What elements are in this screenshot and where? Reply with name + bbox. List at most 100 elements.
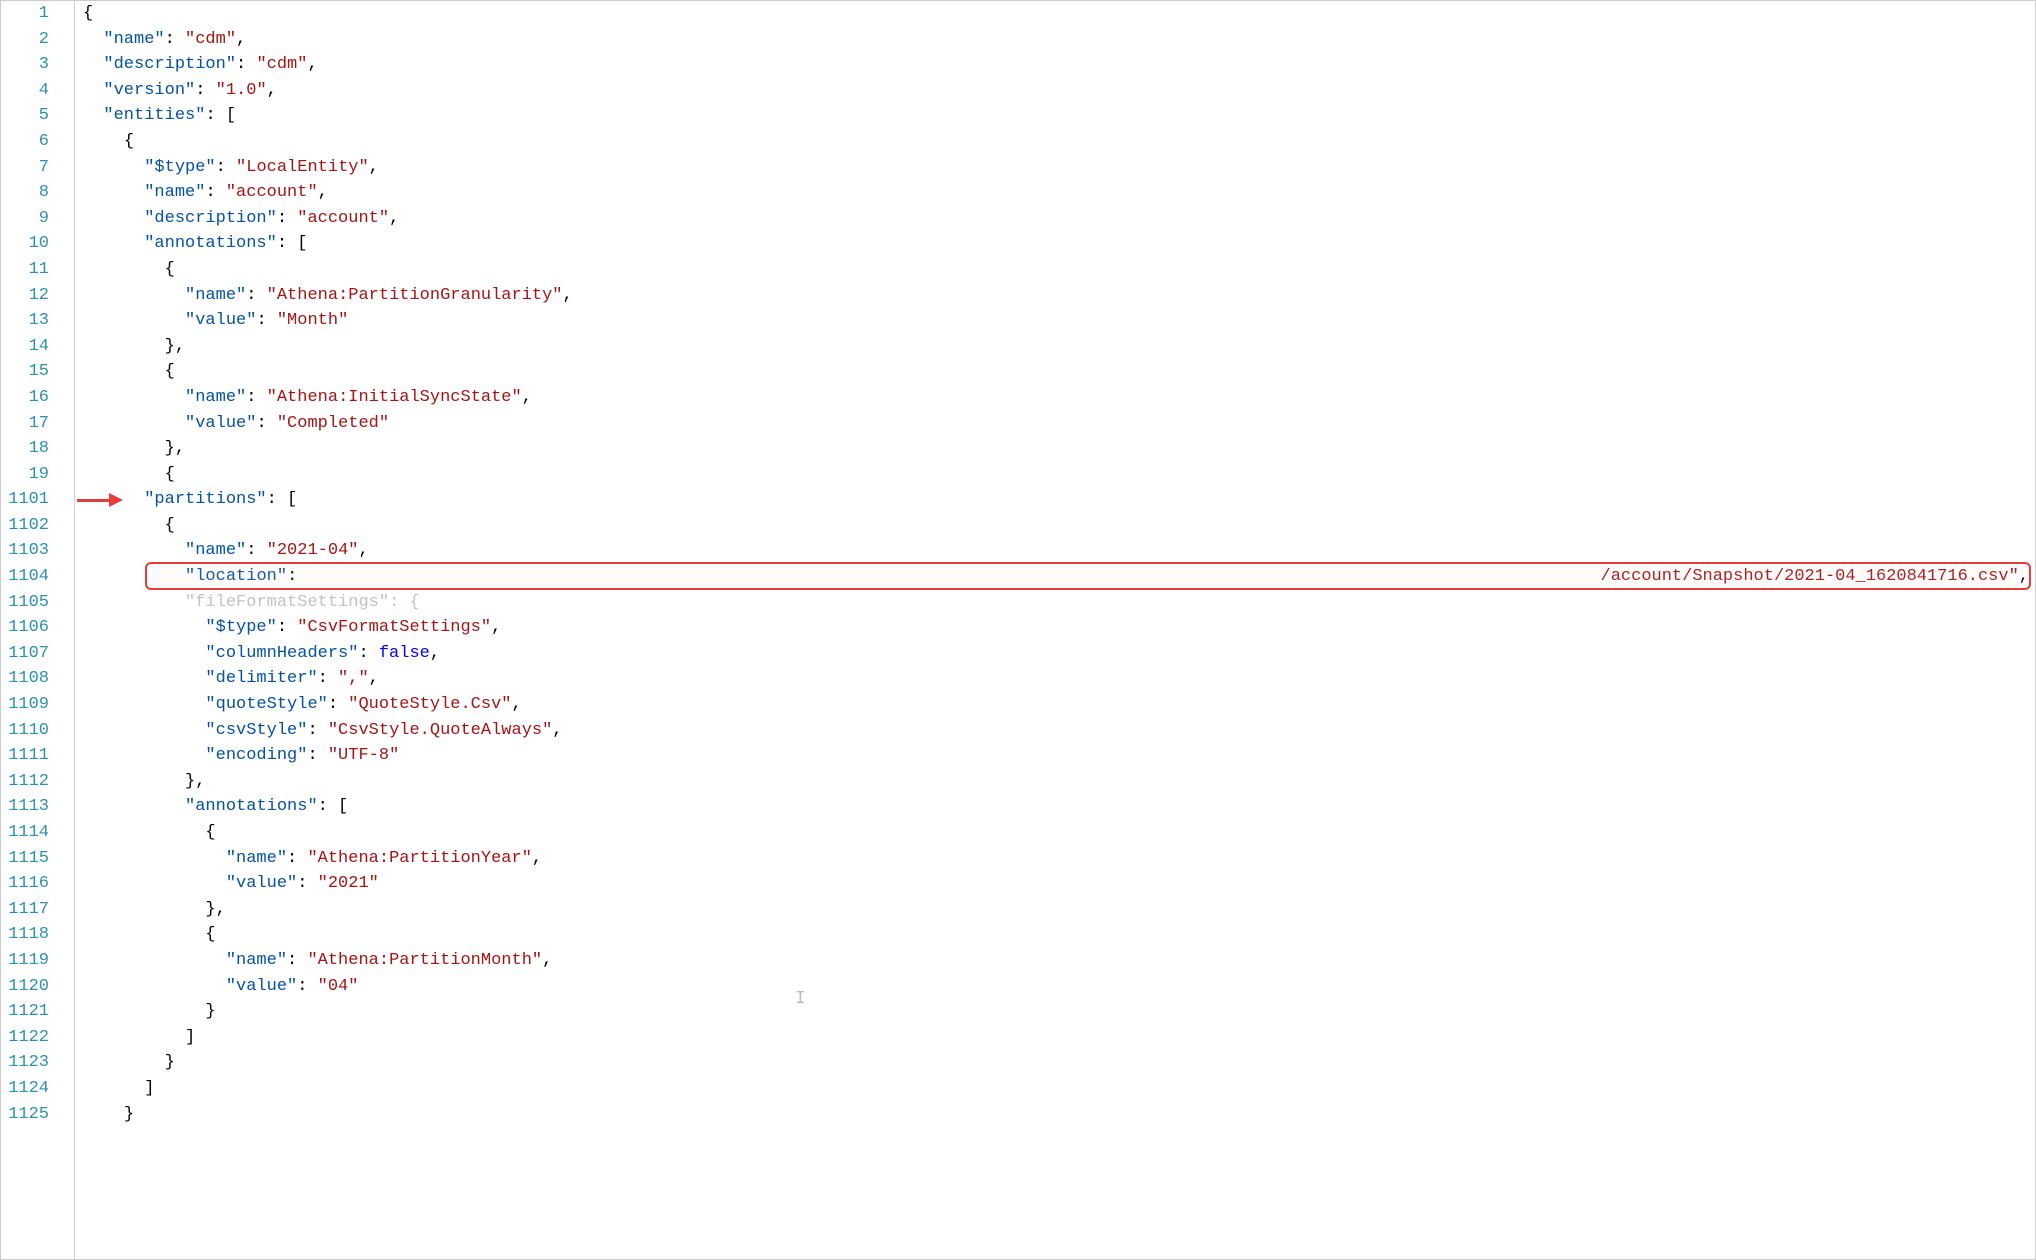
code-line[interactable]: "csvStyle": "CsvStyle.QuoteAlways", xyxy=(83,718,2035,744)
code-content: }, xyxy=(83,439,185,458)
code-line[interactable]: "encoding": "UTF-8" xyxy=(83,743,2035,769)
code-line[interactable]: { xyxy=(83,513,2035,539)
code-editor[interactable]: 1234567891011121314151617181911011102110… xyxy=(1,1,2035,1259)
line-number: 1101 xyxy=(1,487,49,513)
code-line[interactable]: ] xyxy=(83,1025,2035,1051)
line-number: 1116 xyxy=(1,871,49,897)
code-line[interactable]: "name": "2021-04", xyxy=(83,538,2035,564)
line-number: 1125 xyxy=(1,1102,49,1128)
code-line[interactable]: } xyxy=(83,999,2035,1025)
code-line[interactable]: "description": "account", xyxy=(83,206,2035,232)
code-content: "delimiter": ",", xyxy=(83,669,379,688)
line-number: 1114 xyxy=(1,820,49,846)
code-line[interactable]: "value": "Completed" xyxy=(83,411,2035,437)
code-line[interactable]: } xyxy=(83,1050,2035,1076)
code-line[interactable]: "description": "cdm", xyxy=(83,52,2035,78)
code-line[interactable]: { xyxy=(83,129,2035,155)
line-number: 1124 xyxy=(1,1076,49,1102)
code-content: "name": "Athena:PartitionMonth", xyxy=(83,951,552,970)
code-content: "version": "1.0", xyxy=(83,81,277,100)
code-line[interactable]: "annotations": [ xyxy=(83,794,2035,820)
code-line[interactable]: ] xyxy=(83,1076,2035,1102)
line-number: 1115 xyxy=(1,846,49,872)
code-line[interactable]: "name": "Athena:InitialSyncState", xyxy=(83,385,2035,411)
code-line[interactable]: "$type": "LocalEntity", xyxy=(83,155,2035,181)
code-content: "encoding": "UTF-8" xyxy=(83,746,399,765)
line-number: 1113 xyxy=(1,794,49,820)
code-line[interactable]: "$type": "CsvFormatSettings", xyxy=(83,615,2035,641)
code-content: } xyxy=(83,1105,134,1124)
line-number: 11 xyxy=(1,257,49,283)
code-line[interactable]: "annotations": [ xyxy=(83,231,2035,257)
code-content: "fileFormatSettings": { xyxy=(83,593,420,612)
code-line[interactable]: "columnHeaders": false, xyxy=(83,641,2035,667)
code-line[interactable]: "fileFormatSettings": { xyxy=(83,590,2035,616)
code-content: "columnHeaders": false, xyxy=(83,644,440,663)
line-number: 2 xyxy=(1,27,49,53)
code-content: { xyxy=(83,132,134,151)
code-line[interactable]: }, xyxy=(83,769,2035,795)
code-line[interactable]: "version": "1.0", xyxy=(83,78,2035,104)
code-line[interactable]: }, xyxy=(83,334,2035,360)
code-line[interactable]: "quoteStyle": "QuoteStyle.Csv", xyxy=(83,692,2035,718)
code-line[interactable]: "name": "cdm", xyxy=(83,27,2035,53)
code-content: }, xyxy=(83,337,185,356)
code-line[interactable]: { xyxy=(83,922,2035,948)
code-content: "name": "Athena:InitialSyncState", xyxy=(83,388,532,407)
line-number: 1118 xyxy=(1,922,49,948)
line-number: 4 xyxy=(1,78,49,104)
code-line[interactable]: "partitions": [ xyxy=(83,487,2035,513)
line-number: 1117 xyxy=(1,897,49,923)
code-line[interactable]: }, xyxy=(83,436,2035,462)
code-line[interactable]: { xyxy=(83,462,2035,488)
code-line[interactable]: "value": "2021" xyxy=(83,871,2035,897)
code-line[interactable]: "name": "account", xyxy=(83,180,2035,206)
line-number: 1105 xyxy=(1,590,49,616)
line-number: 1104 xyxy=(1,564,49,590)
code-line[interactable]: "name": "Athena:PartitionMonth", xyxy=(83,948,2035,974)
code-line[interactable]: "value": "04" xyxy=(83,974,2035,1000)
code-line[interactable]: "delimiter": ",", xyxy=(83,666,2035,692)
code-content: { xyxy=(83,823,216,842)
code-line[interactable]: { xyxy=(83,820,2035,846)
line-number: 7 xyxy=(1,155,49,181)
line-number: 14 xyxy=(1,334,49,360)
code-content: { xyxy=(83,516,175,535)
line-number: 10 xyxy=(1,231,49,257)
line-number: 1 xyxy=(1,1,49,27)
line-number: 1102 xyxy=(1,513,49,539)
code-line[interactable]: "location": /account/Snapshot/2021-04_16… xyxy=(83,564,2035,590)
code-line[interactable]: { xyxy=(83,1,2035,27)
line-number: 1123 xyxy=(1,1050,49,1076)
line-number: 1107 xyxy=(1,641,49,667)
line-number-gutter: 1234567891011121314151617181911011102110… xyxy=(1,1,63,1259)
code-line[interactable]: "name": "Athena:PartitionGranularity", xyxy=(83,283,2035,309)
code-content: "description": "cdm", xyxy=(83,55,318,74)
code-line[interactable]: } xyxy=(83,1102,2035,1128)
code-content: "annotations": [ xyxy=(83,797,348,816)
line-number: 18 xyxy=(1,436,49,462)
code-content: "name": "Athena:PartitionGranularity", xyxy=(83,286,573,305)
code-content: } xyxy=(83,1002,216,1021)
code-area[interactable]: { "name": "cdm", "description": "cdm", "… xyxy=(75,1,2035,1259)
line-number: 1109 xyxy=(1,692,49,718)
code-line[interactable]: "entities": [ xyxy=(83,103,2035,129)
code-content: { xyxy=(83,465,175,484)
code-line[interactable]: { xyxy=(83,359,2035,385)
code-line[interactable]: { xyxy=(83,257,2035,283)
code-line[interactable]: "value": "Month" xyxy=(83,308,2035,334)
code-line[interactable]: }, xyxy=(83,897,2035,923)
code-content: ] xyxy=(83,1028,195,1047)
code-content: "location": xyxy=(83,564,307,590)
code-content: ] xyxy=(83,1079,154,1098)
code-content: "name": "2021-04", xyxy=(83,541,369,560)
text-cursor: I xyxy=(795,989,796,1009)
code-line[interactable]: "name": "Athena:PartitionYear", xyxy=(83,846,2035,872)
code-content: "name": "cdm", xyxy=(83,30,246,49)
line-number: 1111 xyxy=(1,743,49,769)
fold-column xyxy=(63,1,75,1259)
line-number: 13 xyxy=(1,308,49,334)
code-content: } xyxy=(83,1053,175,1072)
line-number: 1121 xyxy=(1,999,49,1025)
code-content: "value": "04" xyxy=(83,977,358,996)
